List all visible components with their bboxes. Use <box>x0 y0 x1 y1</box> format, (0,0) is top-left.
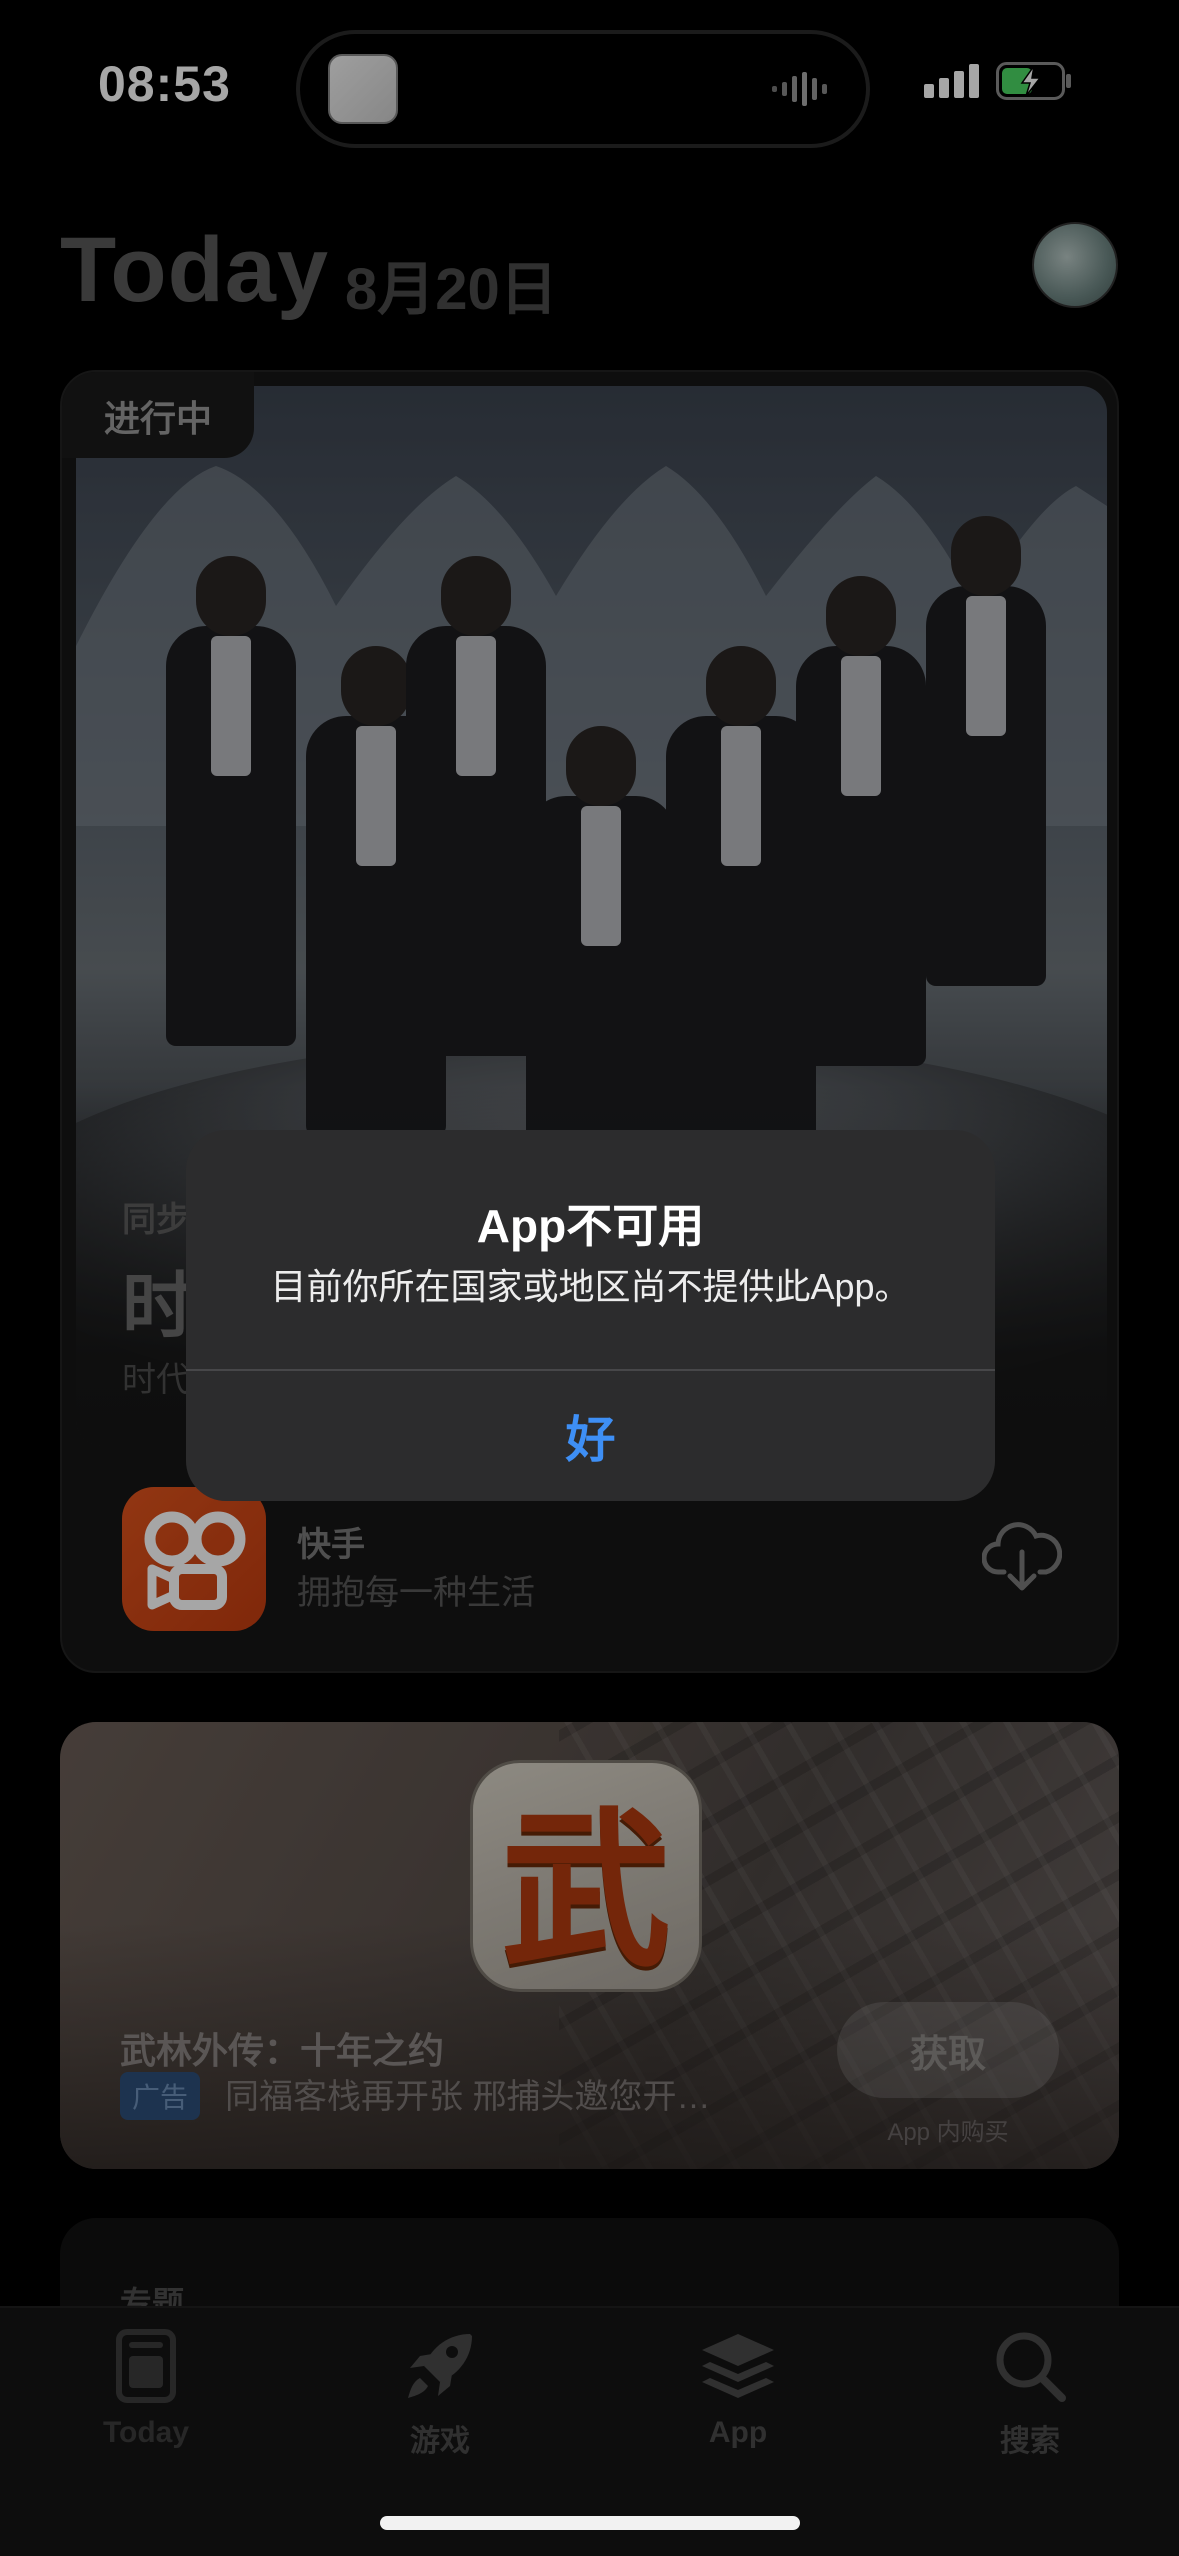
alert-ok-button[interactable]: 好 <box>186 1371 995 1501</box>
alert-message: 目前你所在国家或地区尚不提供此App。 <box>270 1266 911 1307</box>
app-unavailable-alert: App不可用 目前你所在国家或地区尚不提供此App。 好 <box>186 1130 995 1501</box>
alert-title: App不可用 <box>476 1200 705 1252</box>
home-indicator[interactable] <box>380 2516 800 2530</box>
